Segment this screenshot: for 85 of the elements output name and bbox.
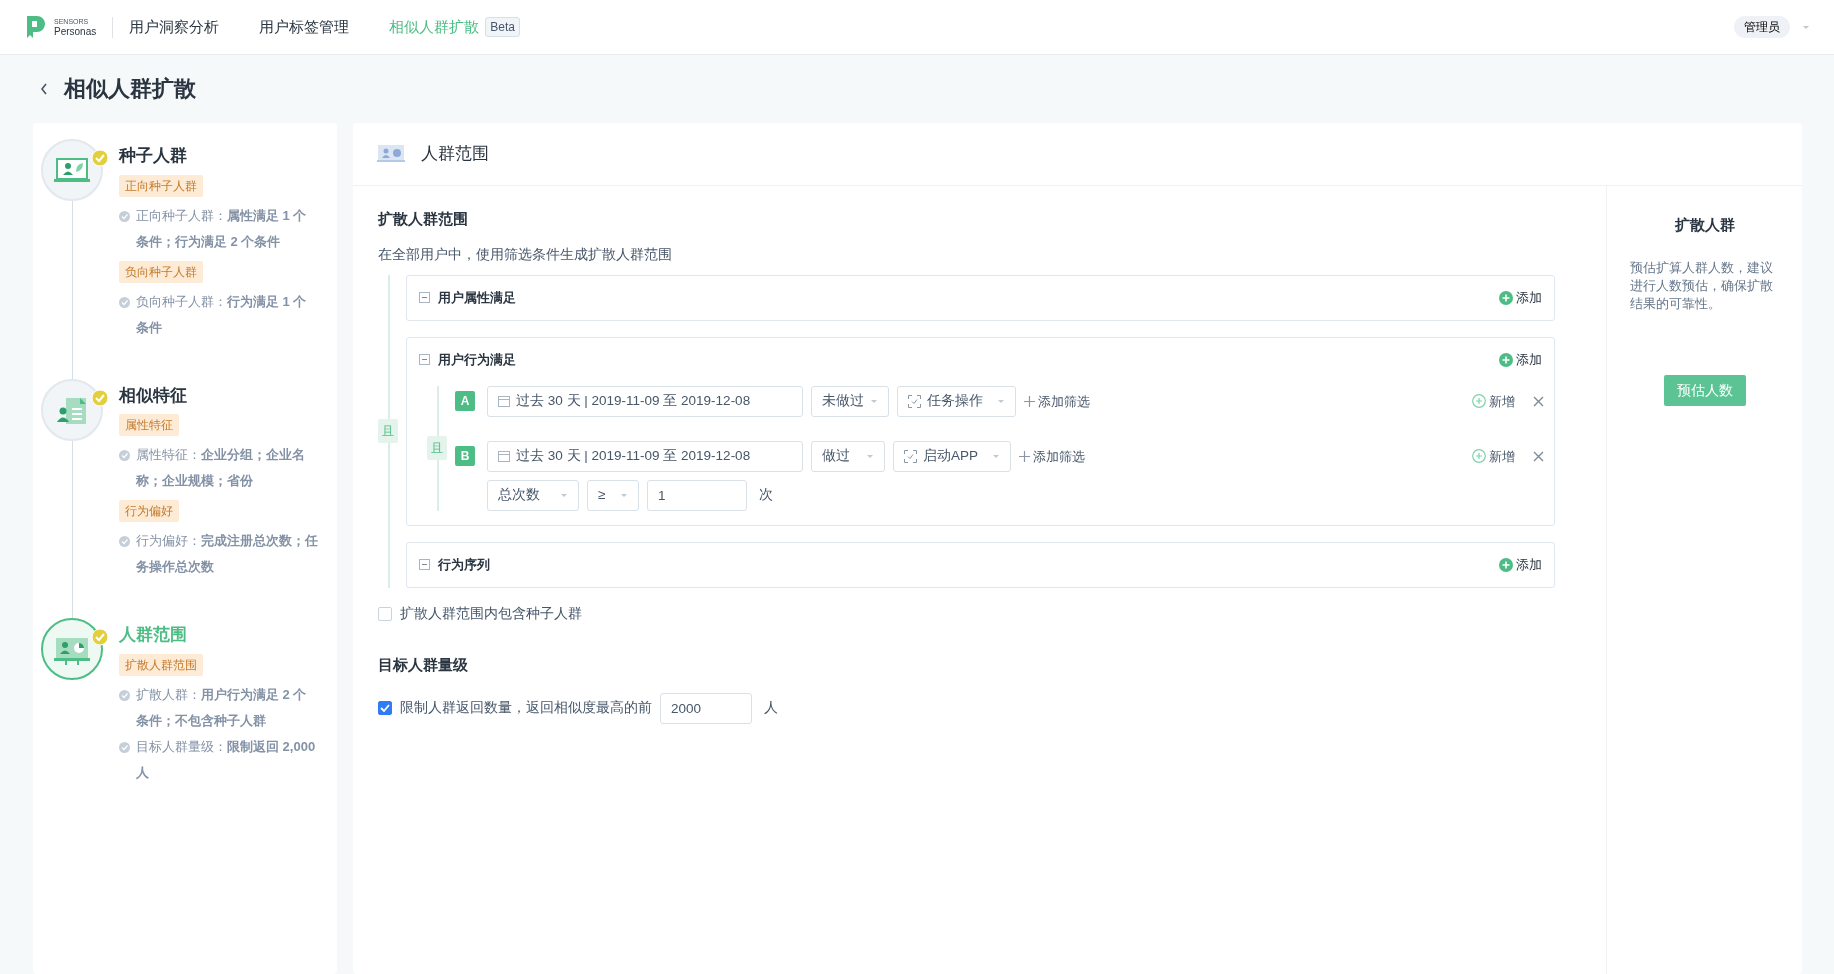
group-title: 行为序列 [438, 556, 490, 574]
checkbox[interactable] [378, 701, 392, 715]
calendar-icon [498, 450, 510, 463]
collapse-icon[interactable] [419, 292, 430, 304]
close-icon[interactable] [1533, 450, 1544, 462]
add-button[interactable]: 添加 [1499, 350, 1542, 370]
add-filter-button[interactable]: 添加筛选 [1024, 391, 1090, 411]
add-icon [1472, 449, 1486, 464]
check-circle-icon [119, 296, 130, 308]
tag: 正向种子人群 [119, 174, 203, 197]
detail-text: 负向种子人群：行为满足 1 个条件 [136, 292, 308, 337]
add-filter-button[interactable]: 添加筛选 [1019, 446, 1085, 466]
limit-input[interactable]: 2000 [660, 692, 752, 724]
check-circle-icon [119, 536, 130, 547]
logo-icon [24, 14, 46, 40]
tag: 负向种子人群 [119, 260, 203, 283]
section-title: 目标人群量级 [378, 655, 469, 675]
caret-icon [870, 398, 878, 404]
beta-badge: Beta [485, 17, 520, 37]
presentation-chart-icon [377, 143, 405, 165]
operator-select[interactable]: ≥ [587, 479, 639, 511]
page-title: 相似人群扩散 [64, 75, 196, 103]
plus-icon [1024, 395, 1035, 407]
brand-name: Personas [54, 25, 97, 38]
measure-select[interactable]: 总次数 [487, 479, 579, 511]
check-circle-icon [119, 210, 130, 222]
caret-icon [866, 453, 874, 459]
section-title: 扩散人群范围 [378, 209, 469, 229]
collapse-icon[interactable] [419, 354, 430, 366]
sidebar-description: 预估扩算人群人数，建议进行人数预估，确保扩散结果的可靠性。 [1629, 259, 1774, 313]
detail-text: 正向种子人群：属性满足 1 个条件；行为满足 2 个条件 [136, 206, 308, 251]
user-menu[interactable]: 管理员 [1734, 16, 1790, 38]
event-select[interactable]: 任务操作 [897, 385, 1016, 417]
action-select[interactable]: 做过 [811, 440, 885, 472]
add-button[interactable]: 添加 [1499, 555, 1542, 575]
unit-label: 人 [764, 698, 778, 717]
caret-icon [992, 453, 1000, 459]
new-button[interactable]: 新增 [1472, 446, 1515, 466]
group-title: 用户属性满足 [438, 289, 516, 307]
detail-text: 行为偏好：完成注册总次数；任务操作总次数 [136, 532, 319, 576]
nav-tab[interactable]: 用户标签管理 [259, 15, 350, 39]
event-icon [904, 449, 917, 463]
event-select[interactable]: 启动APP [893, 440, 1011, 472]
rule-letter: A [455, 391, 475, 412]
detail-text: 属性特征：企业分组；企业名称；企业规模；省份 [136, 446, 306, 490]
panel-title: 人群范围 [421, 143, 489, 166]
checkbox-label: 扩散人群范围内包含种子人群 [400, 604, 582, 623]
collapse-icon[interactable] [419, 559, 430, 571]
add-icon [1499, 557, 1513, 572]
action-select[interactable]: 未做过 [811, 385, 889, 417]
date-range-field[interactable]: 过去 30 天 | 2019-11-09 至 2019-12-08 [487, 440, 803, 472]
group-title: 用户行为满足 [438, 351, 516, 369]
checkbox-label: 限制人群返回数量，返回相似度最高的前 [400, 698, 652, 717]
caret-icon [560, 492, 568, 498]
back-icon[interactable] [40, 83, 48, 95]
caret-icon [997, 398, 1005, 404]
sidebar-title: 扩散人群 [1674, 215, 1735, 235]
add-icon [1499, 290, 1513, 305]
detail-text: 扩散人群：用户行为满足 2 个条件；不包含种子人群 [136, 685, 308, 730]
step-title: 人群范围 [119, 624, 187, 646]
step-title: 种子人群 [119, 145, 187, 167]
add-button[interactable]: 添加 [1499, 288, 1542, 308]
check-circle-icon [119, 689, 130, 701]
tag: 扩散人群范围 [119, 653, 203, 676]
add-icon [1472, 394, 1486, 409]
caret-icon [620, 492, 628, 498]
plus-icon [1019, 450, 1030, 462]
step-title: 相似特征 [119, 384, 187, 407]
calendar-icon [498, 395, 510, 408]
section-description: 在全部用户中，使用筛选条件生成扩散人群范围 [378, 245, 673, 264]
nav-tab[interactable]: 用户洞察分析 [129, 15, 220, 39]
caret-icon [1802, 24, 1810, 30]
unit-label: 次 [759, 486, 773, 505]
date-range-field[interactable]: 过去 30 天 | 2019-11-09 至 2019-12-08 [487, 385, 803, 417]
detail-text: 目标人群量级：限制返回 2,000 人 [136, 737, 317, 782]
add-icon [1499, 352, 1513, 367]
tag: 属性特征 [119, 414, 179, 436]
new-button[interactable]: 新增 [1472, 391, 1515, 411]
event-icon [908, 394, 921, 408]
check-circle-icon [119, 450, 130, 461]
tag: 行为偏好 [119, 500, 179, 522]
rule-letter: B [455, 446, 475, 467]
check-circle-icon [119, 741, 130, 753]
value-input[interactable]: 1 [647, 479, 747, 511]
close-icon[interactable] [1533, 395, 1544, 407]
